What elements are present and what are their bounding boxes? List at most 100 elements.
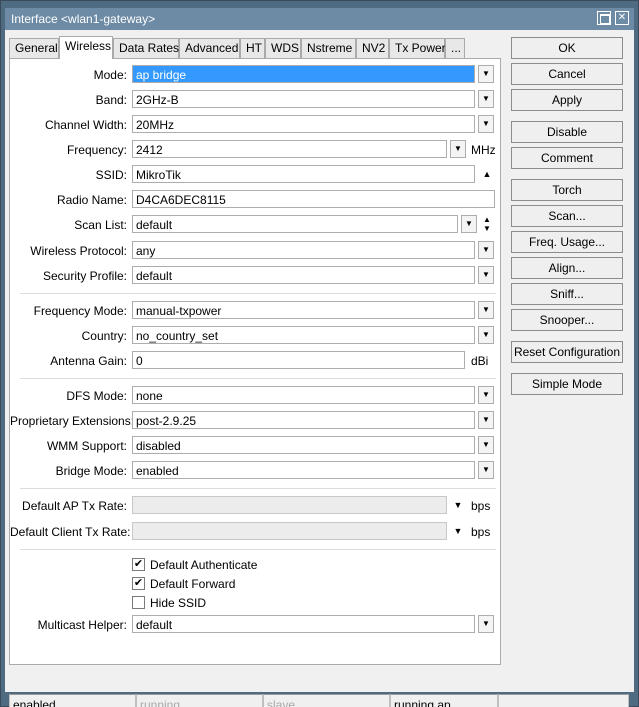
interface-window: Interface <wlan1-gateway> ✕ General Wire…: [0, 0, 639, 707]
wireless-protocol-label: Wireless Protocol:: [30, 244, 127, 258]
wireless-protocol-select[interactable]: any: [132, 241, 475, 259]
scan-list-label: Scan List:: [74, 218, 127, 232]
default-client-tx-rate-unit: bps: [471, 525, 491, 539]
status-bar: enabled running slave running ap: [9, 694, 634, 707]
status-running: running: [136, 694, 263, 707]
country-label: Country:: [81, 329, 127, 343]
frequency-mode-select[interactable]: manual-txpower: [132, 301, 475, 319]
torch-button[interactable]: Torch: [511, 179, 623, 201]
tab-nstreme[interactable]: Nstreme: [301, 38, 356, 58]
proprietary-extensions-dropdown-icon[interactable]: ▼: [478, 411, 494, 429]
default-ap-tx-rate-input[interactable]: [132, 496, 447, 514]
mode-select[interactable]: ap bridge: [132, 65, 475, 83]
status-extra: [498, 694, 629, 707]
proprietary-extensions-select[interactable]: post-2.9.25: [132, 411, 475, 429]
security-profile-dropdown-icon[interactable]: ▼: [478, 266, 494, 284]
scan-list-select[interactable]: default: [132, 215, 458, 233]
ssid-label: SSID:: [95, 168, 127, 182]
proprietary-extensions-label: Proprietary Extensions:: [10, 414, 135, 428]
frequency-dropdown-icon[interactable]: ▼: [450, 140, 466, 158]
default-authenticate-checkbox[interactable]: ✔: [132, 558, 145, 571]
scan-list-dropdown-icon[interactable]: ▼: [461, 215, 477, 233]
default-forward-label: Default Forward: [150, 577, 236, 591]
bridge-mode-dropdown-icon[interactable]: ▼: [478, 461, 494, 479]
close-icon[interactable]: ✕: [615, 11, 629, 25]
separator: [20, 488, 496, 489]
tab-tx-power[interactable]: Tx Power: [389, 38, 446, 58]
frequency-mode-label: Frequency Mode:: [33, 304, 127, 318]
wireless-panel: Mode: ap bridge ▼ Band: 2GHz-B ▼ Channel…: [9, 58, 501, 665]
simple-mode-button[interactable]: Simple Mode: [511, 373, 623, 395]
default-client-tx-rate-input[interactable]: [132, 522, 447, 540]
dfs-mode-select[interactable]: none: [132, 386, 475, 404]
status-running-ap: running ap: [390, 694, 498, 707]
frequency-select[interactable]: 2412: [132, 140, 447, 158]
tab-wds[interactable]: WDS: [265, 38, 301, 58]
bridge-mode-label: Bridge Mode:: [55, 464, 127, 478]
apply-button[interactable]: Apply: [511, 89, 623, 111]
comment-button[interactable]: Comment: [511, 147, 623, 169]
title-bar[interactable]: Interface <wlan1-gateway> ✕: [5, 8, 634, 30]
dfs-mode-dropdown-icon[interactable]: ▼: [478, 386, 494, 404]
multicast-helper-select[interactable]: default: [132, 615, 475, 633]
bridge-mode-select[interactable]: enabled: [132, 461, 475, 479]
security-profile-select[interactable]: default: [132, 266, 475, 284]
reset-configuration-button[interactable]: Reset Configuration: [511, 341, 623, 363]
status-slave: slave: [263, 694, 390, 707]
ssid-collapse-icon[interactable]: ▲: [480, 165, 494, 183]
wmm-support-select[interactable]: disabled: [132, 436, 475, 454]
mode-dropdown-icon[interactable]: ▼: [478, 65, 494, 83]
wmm-support-dropdown-icon[interactable]: ▼: [478, 436, 494, 454]
tab-advanced[interactable]: Advanced: [179, 38, 240, 58]
frequency-mode-dropdown-icon[interactable]: ▼: [478, 301, 494, 319]
tab-data-rates[interactable]: Data Rates: [113, 38, 179, 58]
tab-wireless[interactable]: Wireless: [59, 36, 113, 59]
radio-name-input[interactable]: D4CA6DEC8115: [132, 190, 495, 208]
band-label: Band:: [95, 93, 127, 107]
default-ap-tx-rate-dropdown-icon[interactable]: ▼: [451, 496, 465, 514]
multicast-helper-dropdown-icon[interactable]: ▼: [478, 615, 494, 633]
default-ap-tx-rate-unit: bps: [471, 499, 491, 513]
disable-button[interactable]: Disable: [511, 121, 623, 143]
wireless-protocol-dropdown-icon[interactable]: ▼: [478, 241, 494, 259]
country-select[interactable]: no_country_set: [132, 326, 475, 344]
scan-list-updown-icon[interactable]: ▲ ▼: [480, 215, 494, 233]
cancel-button[interactable]: Cancel: [511, 63, 623, 85]
dialog-body: General Wireless Data Rates Advanced HT …: [5, 30, 634, 707]
align-button[interactable]: Align...: [511, 257, 623, 279]
ok-button[interactable]: OK: [511, 37, 623, 59]
maximize-icon[interactable]: [597, 11, 611, 25]
band-select[interactable]: 2GHz-B: [132, 90, 475, 108]
tab-nv2[interactable]: NV2: [356, 38, 389, 58]
tab-more[interactable]: ...: [445, 38, 465, 58]
band-dropdown-icon[interactable]: ▼: [478, 90, 494, 108]
channel-width-dropdown-icon[interactable]: ▼: [478, 115, 494, 133]
default-client-tx-rate-label: Default Client Tx Rate:: [10, 525, 131, 539]
snooper-button[interactable]: Snooper...: [511, 309, 623, 331]
radio-name-label: Radio Name:: [56, 193, 127, 207]
separator: [20, 549, 496, 550]
multicast-helper-label: Multicast Helper:: [37, 618, 127, 632]
dfs-mode-label: DFS Mode:: [66, 389, 127, 403]
tab-ht[interactable]: HT: [240, 38, 265, 58]
country-dropdown-icon[interactable]: ▼: [478, 326, 494, 344]
hide-ssid-checkbox[interactable]: [132, 596, 145, 609]
separator: [20, 378, 496, 379]
freq-usage-button[interactable]: Freq. Usage...: [511, 231, 623, 253]
default-ap-tx-rate-label: Default AP Tx Rate:: [22, 499, 127, 513]
default-forward-checkbox[interactable]: ✔: [132, 577, 145, 590]
security-profile-label: Security Profile:: [42, 269, 127, 283]
ssid-input[interactable]: MikroTik: [132, 165, 475, 183]
frequency-unit: MHz: [471, 143, 496, 157]
scan-button[interactable]: Scan...: [511, 205, 623, 227]
separator: [20, 293, 496, 294]
antenna-gain-unit: dBi: [471, 354, 489, 368]
wmm-support-label: WMM Support:: [46, 439, 127, 453]
sniff-button[interactable]: Sniff...: [511, 283, 623, 305]
antenna-gain-input[interactable]: 0: [132, 351, 465, 369]
status-enabled: enabled: [9, 694, 136, 707]
tab-general[interactable]: General: [9, 38, 59, 58]
channel-width-select[interactable]: 20MHz: [132, 115, 475, 133]
default-client-tx-rate-dropdown-icon[interactable]: ▼: [451, 522, 465, 540]
antenna-gain-label: Antenna Gain:: [50, 354, 127, 368]
